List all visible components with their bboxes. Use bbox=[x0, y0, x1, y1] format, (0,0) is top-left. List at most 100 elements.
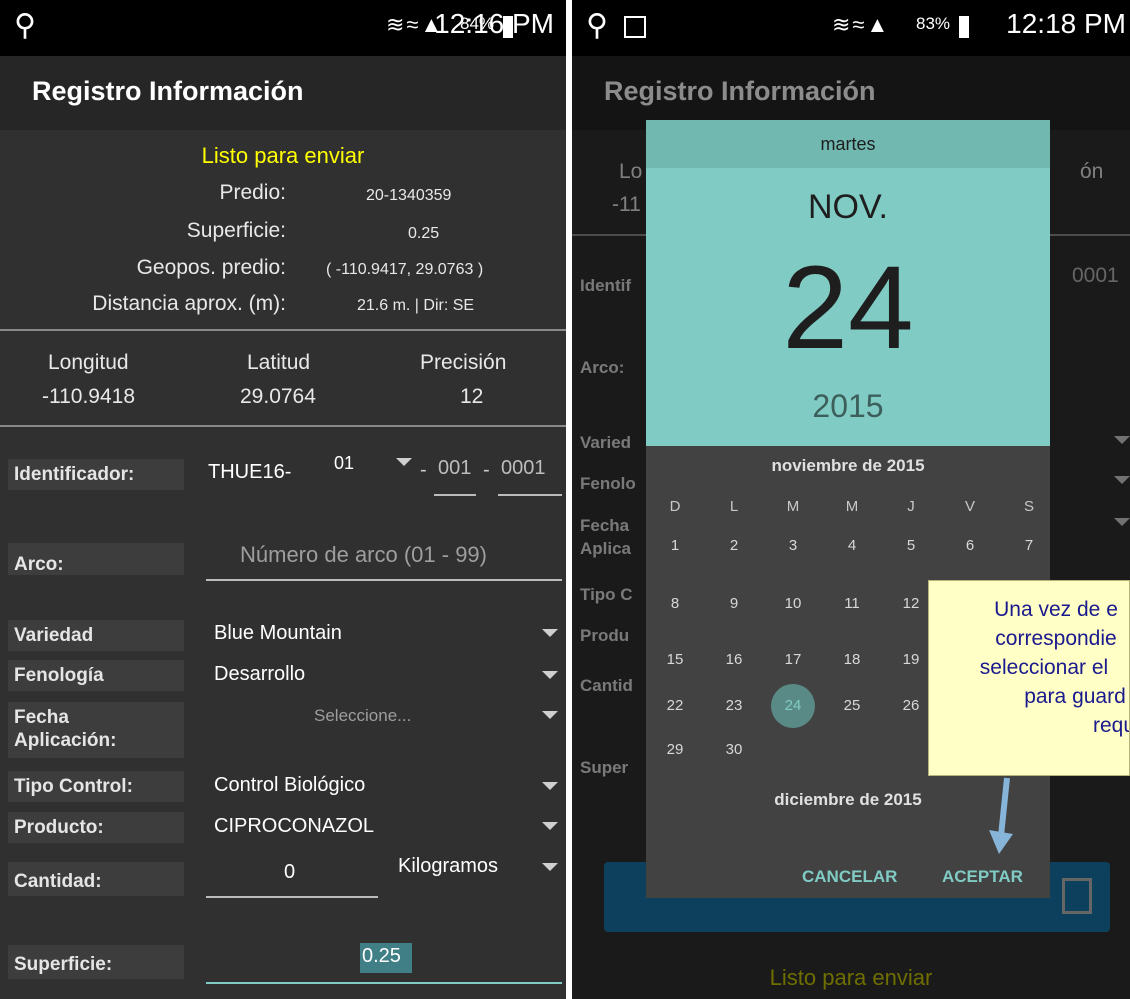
tooltip-line: seleccionar el bbox=[979, 656, 1109, 679]
calendar-day[interactable]: 22 bbox=[653, 684, 697, 728]
header-month[interactable]: NOV. bbox=[646, 188, 1050, 227]
month-title: noviembre de 2015 bbox=[771, 456, 925, 475]
clock: 12:18 PM bbox=[1006, 8, 1126, 39]
distancia-value: 21.6 m. | Dir: SE bbox=[357, 297, 475, 314]
calendar-day[interactable]: 5 bbox=[889, 524, 933, 568]
calendar-day[interactable]: 1 bbox=[653, 524, 697, 568]
dropdown-arrow-icon[interactable] bbox=[542, 863, 558, 871]
calendar-day[interactable]: 16 bbox=[712, 638, 756, 682]
accept-button[interactable]: ACEPTAR bbox=[942, 867, 1023, 887]
latitud-value: 29.0764 bbox=[240, 385, 316, 408]
tooltip-line: para guard bbox=[1024, 685, 1126, 708]
calendar-day[interactable]: 9 bbox=[712, 582, 756, 626]
calendar-day[interactable]: 3 bbox=[771, 524, 815, 568]
location-pin-icon: ⚲ bbox=[586, 9, 608, 42]
pointer-arrow-icon bbox=[989, 777, 1013, 854]
weekday-label: J bbox=[907, 498, 915, 515]
calendar-day[interactable]: 15 bbox=[653, 638, 697, 682]
calendar-day[interactable]: 10 bbox=[771, 582, 815, 626]
dropdown-arrow-icon[interactable] bbox=[542, 671, 558, 679]
superficie-input[interactable]: 0.25 bbox=[362, 945, 401, 968]
separator: - bbox=[420, 459, 427, 481]
calendar-day[interactable]: 29 bbox=[653, 728, 697, 772]
dropdown-arrow-icon[interactable] bbox=[396, 458, 412, 466]
dropdown-arrow-icon[interactable] bbox=[542, 822, 558, 830]
underline bbox=[498, 494, 562, 496]
arco-input[interactable]: Número de arco (01 - 99) bbox=[240, 542, 487, 568]
calendar-day[interactable]: 11 bbox=[830, 582, 874, 626]
dropdown-arrow-icon[interactable] bbox=[542, 782, 558, 790]
identificador-select[interactable]: 01 bbox=[334, 453, 354, 474]
header-year[interactable]: 2015 bbox=[646, 388, 1050, 425]
longitud-label: Longitud bbox=[48, 351, 129, 374]
fecha-label-line2: Aplicación: bbox=[14, 730, 117, 751]
calendar-day-selected[interactable]: 24 bbox=[771, 684, 815, 728]
geopos-label: Geopos. predio: bbox=[136, 256, 286, 279]
day-of-week: martes bbox=[646, 120, 1050, 168]
tipo-control-label: Tipo Control: bbox=[8, 771, 184, 802]
calendar-day[interactable]: 6 bbox=[948, 524, 992, 568]
calendar-day[interactable]: 30 bbox=[712, 728, 756, 772]
cancel-button[interactable]: CANCELAR bbox=[802, 867, 897, 887]
distancia-label: Distancia aprox. (m): bbox=[92, 292, 286, 315]
send-status: Listo para enviar bbox=[201, 143, 365, 168]
fecha-label-line1: Fecha bbox=[14, 707, 69, 728]
battery-percent: 83% bbox=[916, 14, 951, 33]
battery-icon bbox=[959, 16, 969, 38]
signal-icons: ≋≈▲ bbox=[832, 12, 891, 37]
geopos-value: ( -110.9417, 29.0763 ) bbox=[326, 261, 484, 278]
producto-label: Producto: bbox=[8, 812, 184, 843]
calendar-day[interactable]: 26 bbox=[889, 684, 933, 728]
identificador-label: Identificador: bbox=[8, 459, 184, 490]
calendar-day[interactable]: 25 bbox=[830, 684, 874, 728]
header-day[interactable]: 24 bbox=[646, 240, 1050, 376]
calendar-day[interactable]: 12 bbox=[889, 582, 933, 626]
variedad-label: Variedad bbox=[8, 620, 184, 651]
identificador-part2[interactable]: 001 bbox=[438, 457, 471, 480]
calendar-day[interactable]: 23 bbox=[712, 684, 756, 728]
calendar-day[interactable]: 17 bbox=[771, 638, 815, 682]
status-bar: ⚲ ≋≈▲ 83% 12:18 PM bbox=[572, 0, 1130, 56]
divider bbox=[0, 329, 566, 331]
superficie-label: Superficie: bbox=[8, 945, 184, 979]
weekday-label: D bbox=[669, 498, 681, 515]
calendar-day[interactable]: 19 bbox=[889, 638, 933, 682]
help-tooltip: Una vez de e correspondie seleccionar el… bbox=[928, 580, 1130, 776]
fecha-label: Fecha Aplicación: bbox=[8, 702, 184, 758]
arco-label: Arco: bbox=[8, 543, 184, 575]
predio-value: 20-1340359 bbox=[366, 187, 452, 204]
weekday-label: L bbox=[729, 498, 739, 515]
latitud-label: Latitud bbox=[247, 351, 311, 374]
predio-label: Predio: bbox=[219, 181, 286, 204]
dropdown-arrow-icon[interactable] bbox=[542, 711, 558, 719]
underline-focused bbox=[206, 982, 562, 984]
date-picker-header: martes NOV. 24 2015 bbox=[646, 120, 1050, 446]
weekday-label: S bbox=[1023, 498, 1034, 515]
calendar-day[interactable]: 18 bbox=[830, 638, 874, 682]
identificador-part3[interactable]: 0001 bbox=[501, 457, 546, 480]
cantidad-input[interactable]: 0 bbox=[284, 861, 295, 884]
superficie-summary-label: Superficie: bbox=[186, 219, 286, 242]
producto-select[interactable]: CIPROCONAZOL bbox=[214, 815, 374, 838]
location-pin-icon: ⚲ bbox=[14, 9, 36, 42]
variedad-select[interactable]: Blue Mountain bbox=[214, 622, 342, 645]
longitud-value: -110.9418 bbox=[42, 385, 136, 408]
calendar-day[interactable]: 4 bbox=[830, 524, 874, 568]
dropdown-arrow-icon[interactable] bbox=[542, 629, 558, 637]
calendar-day[interactable]: 8 bbox=[653, 582, 697, 626]
weekday-label: M bbox=[786, 498, 800, 515]
divider bbox=[0, 425, 566, 427]
right-screen: ⚲ ≋≈▲ 83% 12:18 PM Registro Información … bbox=[572, 0, 1130, 999]
calendar-day[interactable]: 2 bbox=[712, 524, 756, 568]
unidad-select[interactable]: Kilogramos bbox=[398, 855, 498, 878]
fecha-select[interactable]: Seleccione... bbox=[314, 706, 411, 726]
tooltip-line: requ bbox=[1093, 714, 1129, 737]
tipo-control-select[interactable]: Control Biológico bbox=[214, 774, 365, 797]
cantidad-label: Cantidad: bbox=[8, 862, 184, 896]
fenologia-select[interactable]: Desarrollo bbox=[214, 663, 305, 686]
left-screen: ⚲ ≋≈▲ 84% 12:16 PM Registro Información … bbox=[0, 0, 566, 999]
calendar-day[interactable]: 7 bbox=[1007, 524, 1051, 568]
status-bar: ⚲ ≋≈▲ 84% 12:16 PM bbox=[0, 0, 566, 56]
precision-label: Precisión bbox=[420, 351, 507, 374]
clock: 12:16 PM bbox=[434, 8, 554, 39]
